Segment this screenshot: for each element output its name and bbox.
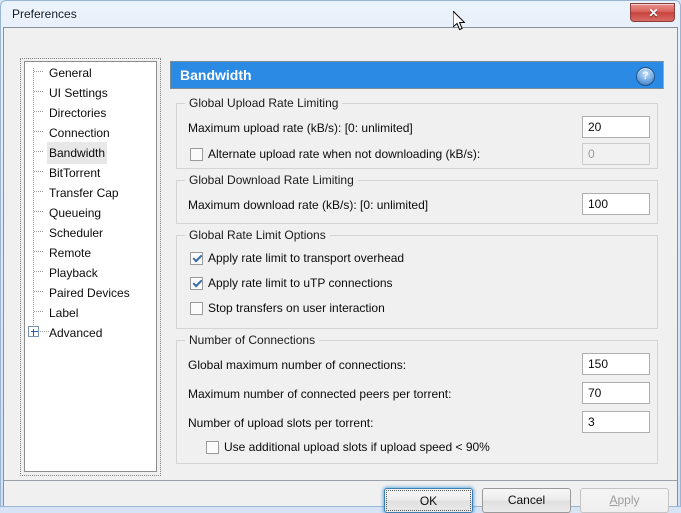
group-number-of-connections: Number of Connections Global maximum num… <box>176 340 658 464</box>
page-title: Bandwidth <box>180 67 252 83</box>
sidebar-item-label: Remote <box>47 242 93 264</box>
tree-elbow-line <box>34 151 43 152</box>
max-download-rate-input[interactable]: 100 <box>582 193 650 215</box>
settings-pane: Bandwidth ? Global Upload Rate Limiting … <box>170 61 664 472</box>
group-rate-limit-options: Global Rate Limit Options Apply rate lim… <box>176 235 658 329</box>
sidebar-item-label[interactable]: Label <box>25 302 156 322</box>
max-download-rate-label: Maximum download rate (kB/s): [0: unlimi… <box>188 198 428 212</box>
alternate-upload-rate-label: Alternate upload rate when not downloadi… <box>208 147 480 161</box>
cancel-button[interactable]: Cancel <box>482 488 571 513</box>
sidebar-item-ui-settings[interactable]: UI Settings <box>25 82 156 102</box>
tree-elbow-line <box>34 271 43 272</box>
sidebar-item-label: Advanced <box>47 322 104 344</box>
tree-elbow-line <box>34 291 43 292</box>
additional-upload-slots-checkbox[interactable] <box>206 441 219 454</box>
preferences-tree[interactable]: GeneralUI SettingsDirectoriesConnectionB… <box>24 61 157 472</box>
sidebar-item-paired-devices[interactable]: Paired Devices <box>25 282 156 302</box>
sidebar-item-advanced[interactable]: Advanced <box>25 322 156 342</box>
sidebar-item-queueing[interactable]: Queueing <box>25 202 156 222</box>
max-peers-per-torrent-label: Maximum number of connected peers per to… <box>188 387 451 401</box>
group-rate-limit-options-legend: Global Rate Limit Options <box>185 228 330 242</box>
pane-header: Bandwidth ? <box>170 61 664 89</box>
group-download-rate-legend: Global Download Rate Limiting <box>185 173 358 187</box>
close-button[interactable]: ✕ <box>630 3 675 22</box>
alternate-upload-rate-checkbox[interactable] <box>190 148 203 161</box>
sidebar-item-label: Playback <box>47 262 100 284</box>
tree-elbow-line <box>34 311 43 312</box>
footer-divider <box>4 480 677 481</box>
max-upload-rate-input[interactable]: 20 <box>582 116 650 138</box>
tree-elbow-line <box>34 171 43 172</box>
sidebar-item-label: UI Settings <box>47 82 110 104</box>
apply-rate-limit-utp-label: Apply rate limit to uTP connections <box>208 276 393 290</box>
sidebar-item-label: Directories <box>47 102 108 124</box>
sidebar-item-general[interactable]: General <box>25 62 156 82</box>
apply-button[interactable]: Apply <box>580 488 669 513</box>
stop-transfers-checkbox[interactable] <box>190 302 203 315</box>
tree-elbow-line <box>34 131 43 132</box>
sidebar-item-label: Bandwidth <box>47 142 107 164</box>
group-number-of-connections-legend: Number of Connections <box>185 333 319 347</box>
upload-slots-per-torrent-input[interactable]: 3 <box>582 411 650 433</box>
apply-rest: pply <box>618 493 640 507</box>
ok-button[interactable]: OK <box>384 488 473 513</box>
apply-accel: A <box>609 493 617 507</box>
preferences-window: Preferences ✕ GeneralUI SettingsDirector… <box>0 0 681 507</box>
sidebar-item-transfer-cap[interactable]: Transfer Cap <box>25 182 156 202</box>
window-title: Preferences <box>12 7 77 21</box>
sidebar-item-label: Transfer Cap <box>47 182 121 204</box>
expand-plus-icon[interactable] <box>28 326 39 337</box>
stop-transfers-label: Stop transfers on user interaction <box>208 301 385 315</box>
group-upload-rate-legend: Global Upload Rate Limiting <box>185 96 342 110</box>
help-glyph: ? <box>637 68 654 85</box>
group-upload-rate: Global Upload Rate Limiting Maximum uplo… <box>176 103 658 169</box>
max-upload-rate-label: Maximum upload rate (kB/s): [0: unlimite… <box>188 121 413 135</box>
tree-elbow-line <box>34 91 43 92</box>
tree-elbow-line <box>34 111 43 112</box>
apply-rate-limit-overhead-label: Apply rate limit to transport overhead <box>208 251 404 265</box>
global-max-connections-input[interactable]: 150 <box>582 353 650 375</box>
close-icon: ✕ <box>631 4 676 23</box>
tree-elbow-line <box>34 211 43 212</box>
sidebar-item-remote[interactable]: Remote <box>25 242 156 262</box>
sidebar-item-label: Paired Devices <box>47 282 132 304</box>
sidebar-item-scheduler[interactable]: Scheduler <box>25 222 156 242</box>
sidebar-item-directories[interactable]: Directories <box>25 102 156 122</box>
sidebar-item-label: Queueing <box>47 202 103 224</box>
tree-elbow-line <box>34 231 43 232</box>
tree-elbow-line <box>40 331 49 332</box>
tree-elbow-line <box>34 191 43 192</box>
sidebar-item-bittorrent[interactable]: BitTorrent <box>25 162 156 182</box>
ok-button-label: OK <box>386 490 471 511</box>
sidebar-item-bandwidth[interactable]: Bandwidth <box>25 142 156 162</box>
tree-elbow-line <box>34 71 43 72</box>
sidebar-item-label: BitTorrent <box>47 162 102 184</box>
global-max-connections-label: Global maximum number of connections: <box>188 358 406 372</box>
sidebar-item-connection[interactable]: Connection <box>25 122 156 142</box>
group-download-rate: Global Download Rate Limiting Maximum do… <box>176 180 658 224</box>
sidebar-item-label: Connection <box>47 122 112 144</box>
apply-rate-limit-utp-checkbox[interactable] <box>190 277 203 290</box>
sidebar-item-label: General <box>47 62 94 84</box>
dialog-client-area: GeneralUI SettingsDirectoriesConnectionB… <box>3 27 678 506</box>
help-question-icon[interactable]: ? <box>636 67 655 86</box>
tree-elbow-line <box>34 251 43 252</box>
sidebar-item-label: Label <box>47 302 80 324</box>
sidebar-item-playback[interactable]: Playback <box>25 262 156 282</box>
max-peers-per-torrent-input[interactable]: 70 <box>582 382 650 404</box>
upload-slots-per-torrent-label: Number of upload slots per torrent: <box>188 416 373 430</box>
alternate-upload-rate-input[interactable]: 0 <box>582 143 650 165</box>
sidebar-item-label: Scheduler <box>47 222 105 244</box>
additional-upload-slots-label: Use additional upload slots if upload sp… <box>224 440 490 454</box>
title-bar[interactable]: Preferences ✕ <box>1 1 680 29</box>
apply-rate-limit-overhead-checkbox[interactable] <box>190 252 203 265</box>
